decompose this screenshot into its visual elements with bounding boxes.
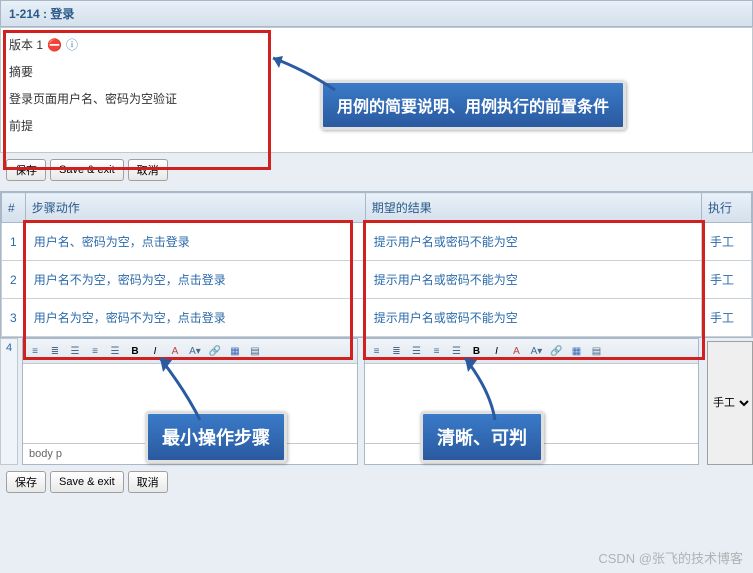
table-row[interactable]: 2 用户名不为空，密码为空，点击登录 提示用户名或密码不能为空 手工 (2, 261, 752, 299)
button-row-bottom: 保存 Save & exit 取消 (0, 465, 753, 499)
watermark: CSDN @张飞的技术博客 (598, 548, 743, 567)
col-idx[interactable]: # (2, 193, 26, 223)
col-exec[interactable]: 执行 (702, 193, 752, 223)
cell-exec: 手工 (702, 299, 752, 337)
cell-action: 用户名、密码为空，点击登录 (25, 223, 365, 261)
bgcolor-icon[interactable]: A▾ (186, 342, 204, 360)
callout-summary: 用例的简要说明、用例执行的前置条件 (320, 80, 626, 130)
link-icon[interactable]: 🔗 (548, 342, 566, 360)
image-icon[interactable]: ▦ (226, 342, 244, 360)
italic-icon[interactable]: I (488, 342, 506, 360)
cell-exec: 手工 (702, 261, 752, 299)
editor-toolbar: ≡ ≣ ☰ ≡ ☰ B I A A▾ 🔗 ▦ ▤ (23, 339, 357, 364)
list-icon[interactable]: ≡ (368, 342, 386, 360)
col-action[interactable]: 步骤动作 (25, 193, 365, 223)
save-button[interactable]: 保存 (6, 471, 46, 493)
button-row-top: 保存 Save & exit 取消 (0, 153, 753, 187)
steps-table-wrap: # 步骤动作 期望的结果 执行 1 用户名、密码为空，点击登录 提示用户名或密码… (0, 191, 753, 338)
color-icon[interactable]: A (166, 342, 184, 360)
version-row: 版本 1 ⛔ ⓘ (9, 36, 744, 53)
info-icon[interactable]: ⓘ (66, 36, 78, 53)
cell-idx: 3 (2, 299, 26, 337)
numlist-icon[interactable]: ≣ (46, 342, 64, 360)
cancel-button[interactable]: 取消 (128, 159, 168, 181)
cell-action: 用户名不为空，密码为空，点击登录 (25, 261, 365, 299)
table-row[interactable]: 1 用户名、密码为空，点击登录 提示用户名或密码不能为空 手工 (2, 223, 752, 261)
italic-icon[interactable]: I (146, 342, 164, 360)
save-exit-button[interactable]: Save & exit (50, 471, 124, 493)
align-left-icon[interactable]: ☰ (408, 342, 426, 360)
numlist-icon[interactable]: ≣ (388, 342, 406, 360)
list-icon[interactable]: ≡ (26, 342, 44, 360)
bold-icon[interactable]: B (468, 342, 486, 360)
cancel-button[interactable]: 取消 (128, 471, 168, 493)
bold-icon[interactable]: B (126, 342, 144, 360)
align-left-icon[interactable]: ☰ (66, 342, 84, 360)
cell-expect: 提示用户名或密码不能为空 (365, 261, 701, 299)
color-icon[interactable]: A (508, 342, 526, 360)
cell-expect: 提示用户名或密码不能为空 (365, 299, 701, 337)
version-label: 版本 1 (9, 36, 43, 53)
align-center-icon[interactable]: ≡ (86, 342, 104, 360)
editor-toolbar: ≡ ≣ ☰ ≡ ☰ B I A A▾ 🔗 ▦ ▤ (365, 339, 699, 364)
table-icon[interactable]: ▤ (588, 342, 606, 360)
delete-icon[interactable]: ⛔ (47, 38, 62, 52)
table-row[interactable]: 3 用户名为空，密码不为空，点击登录 提示用户名或密码不能为空 手工 (2, 299, 752, 337)
cell-action: 用户名为空，密码不为空，点击登录 (25, 299, 365, 337)
cell-expect: 提示用户名或密码不能为空 (365, 223, 701, 261)
align-right-icon[interactable]: ☰ (106, 342, 124, 360)
cell-idx: 1 (2, 223, 26, 261)
link-icon[interactable]: 🔗 (206, 342, 224, 360)
callout-clear: 清晰、可判 (420, 411, 544, 463)
steps-table: # 步骤动作 期望的结果 执行 1 用户名、密码为空，点击登录 提示用户名或密码… (1, 192, 752, 337)
header-title: 1-214 : 登录 (9, 7, 74, 21)
save-exit-button[interactable]: Save & exit (50, 159, 124, 181)
new-row-idx: 4 (0, 338, 18, 465)
align-center-icon[interactable]: ≡ (428, 342, 446, 360)
exec-select[interactable]: 手工 (707, 341, 753, 465)
page-header: 1-214 : 登录 (0, 0, 753, 27)
save-button[interactable]: 保存 (6, 159, 46, 181)
cell-exec: 手工 (702, 223, 752, 261)
abstract-label: 摘要 (9, 63, 744, 80)
callout-steps: 最小操作步骤 (145, 411, 287, 463)
align-right-icon[interactable]: ☰ (448, 342, 466, 360)
image-icon[interactable]: ▦ (568, 342, 586, 360)
table-icon[interactable]: ▤ (246, 342, 264, 360)
bgcolor-icon[interactable]: A▾ (528, 342, 546, 360)
col-expect[interactable]: 期望的结果 (365, 193, 701, 223)
cell-idx: 2 (2, 261, 26, 299)
